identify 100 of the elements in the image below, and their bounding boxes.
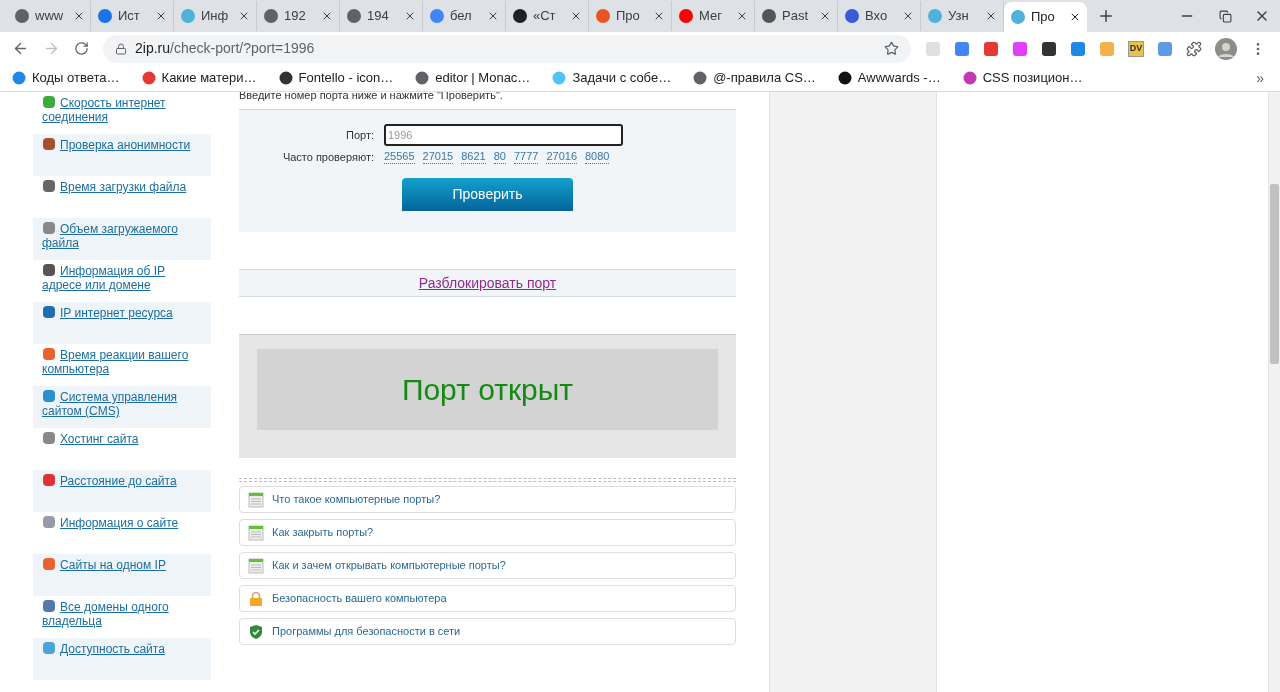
browser-tab[interactable]: Инф (174, 1, 257, 31)
port-link[interactable]: 27015 (422, 150, 454, 165)
avatar-icon[interactable] (1215, 37, 1237, 60)
tab-title: «Ст (533, 7, 556, 26)
extension-icon[interactable] (1041, 40, 1057, 57)
article-link[interactable]: Что такое компьютерные порты? (239, 486, 736, 513)
document-icon (248, 557, 264, 574)
bookmark[interactable]: @-правила CS… (693, 68, 816, 88)
tool-icon (42, 263, 56, 277)
tab-title: Узн (948, 7, 969, 26)
close-icon[interactable] (902, 10, 914, 22)
address-bar[interactable]: 2ip.ru/check-port/?port=1996 (103, 34, 911, 63)
new-tab-icon[interactable] (1097, 7, 1115, 25)
port-link[interactable]: 8621 (461, 150, 486, 165)
back-icon[interactable] (12, 40, 29, 57)
close-icon[interactable] (321, 10, 333, 22)
browser-tab[interactable]: Про (1004, 2, 1087, 32)
more-bookmarks[interactable]: » (1256, 67, 1264, 89)
tool-icon (42, 95, 56, 109)
tab-title: Вхо (865, 7, 888, 26)
favicon-icon (962, 71, 977, 85)
tab-title: бел (450, 7, 472, 26)
sidebar-link[interactable]: Информация о сайте (42, 515, 207, 530)
article-link[interactable]: Как закрыть порты? (239, 519, 736, 546)
check-button[interactable]: Проверить (402, 177, 573, 211)
browser-tab[interactable]: Past (755, 1, 838, 31)
extensions-icon[interactable] (1186, 40, 1202, 57)
tool-icon (42, 515, 56, 529)
bookmark[interactable]: Коды ответа… (12, 68, 120, 88)
browser-tab[interactable]: Мег (672, 1, 755, 31)
browser-tab[interactable]: Вхо (838, 1, 921, 31)
close-icon[interactable] (736, 10, 748, 22)
bookmark[interactable]: Задачи с собе… (552, 68, 672, 88)
close-icon[interactable] (819, 10, 831, 22)
favicon-icon (761, 8, 777, 24)
scrollbar-thumb[interactable] (1270, 184, 1279, 364)
frequent-label: Часто проверяют: (281, 150, 375, 165)
article-link[interactable]: Программы для безопасности в сети (239, 618, 736, 645)
tool-icon (42, 599, 56, 613)
browser-tab[interactable]: Про (589, 1, 672, 31)
sidebar-link[interactable]: Все домены одного владельца (42, 599, 207, 628)
tab-title: 194 (367, 7, 389, 26)
sidebar-link[interactable]: Информация об IP адресе или домене (42, 263, 207, 292)
restore-icon[interactable] (1219, 10, 1232, 23)
bookmark[interactable]: editor | Monac… (415, 68, 531, 88)
port-link[interactable]: 27016 (546, 150, 577, 165)
favicon-icon (14, 8, 30, 24)
sidebar-link[interactable]: Хостинг сайта (42, 431, 207, 446)
tab-title: Про (1031, 8, 1055, 27)
browser-tab[interactable]: 192 (257, 1, 340, 31)
tab-title: Ист (118, 7, 140, 26)
tool-icon (42, 137, 56, 151)
port-input[interactable]: 1996 (384, 124, 623, 146)
favicon-icon (12, 71, 26, 85)
sidebar-link[interactable]: Время загрузки файла (42, 179, 207, 194)
bookmark[interactable]: Awwwards -… (837, 68, 941, 88)
bookmark-star-icon[interactable] (884, 41, 899, 56)
bookmark[interactable]: CSS позицион… (962, 68, 1083, 88)
favicon-icon (263, 8, 279, 24)
close-icon[interactable] (404, 10, 416, 22)
port-link[interactable]: 25565 (384, 150, 415, 165)
tab-title: Инф (201, 7, 229, 26)
favicon-icon (141, 71, 156, 85)
tab-title: Про (616, 7, 640, 26)
favicon-icon (837, 71, 852, 85)
browser-tab[interactable]: бел (423, 1, 506, 31)
extension-icon[interactable]: DV (1128, 40, 1144, 57)
favicon-icon (844, 8, 860, 24)
browser-tab[interactable]: «Ст (506, 1, 589, 31)
document-icon (248, 524, 264, 541)
browser-tab[interactable]: Узн (921, 1, 1004, 31)
close-icon[interactable] (570, 10, 582, 22)
close-icon[interactable] (1069, 11, 1081, 23)
sidebar-link[interactable]: Время реакции вашего компьютера (42, 347, 207, 376)
favicon-icon (693, 71, 708, 85)
scrollbar[interactable] (1268, 92, 1280, 692)
bookmark[interactable]: Какие матери… (141, 68, 257, 88)
bookmark[interactable]: Fontello - icon… (278, 68, 394, 88)
favicon-icon (595, 8, 611, 24)
favicon-icon (97, 8, 113, 24)
port-link[interactable]: 8080 (585, 150, 610, 165)
favicon-icon (1010, 9, 1026, 25)
sidebar-link[interactable]: Скорость интернет соединения (42, 95, 207, 124)
favicon-icon (180, 8, 196, 24)
article-link[interactable]: Безопасность вашего компьютера (239, 585, 736, 612)
port-link[interactable]: 80 (493, 150, 506, 165)
article-link[interactable]: Как и зачем открывать компьютерные порты? (239, 552, 736, 579)
tool-icon (42, 641, 56, 655)
close-icon[interactable] (487, 10, 499, 22)
tool-icon (42, 347, 56, 361)
browser-tab[interactable]: www (8, 1, 91, 31)
browser-tab[interactable]: 194 (340, 1, 423, 31)
close-icon[interactable] (985, 10, 997, 22)
reload-icon[interactable] (74, 41, 89, 56)
port-link[interactable]: 7777 (513, 150, 539, 165)
tool-icon (42, 431, 56, 445)
instruction-text: Введите номер порта ниже и нажмите "Проверить". (239, 92, 504, 102)
close-icon[interactable] (155, 10, 167, 22)
close-icon[interactable] (653, 10, 665, 22)
browser-tab[interactable]: Ист (91, 1, 174, 31)
